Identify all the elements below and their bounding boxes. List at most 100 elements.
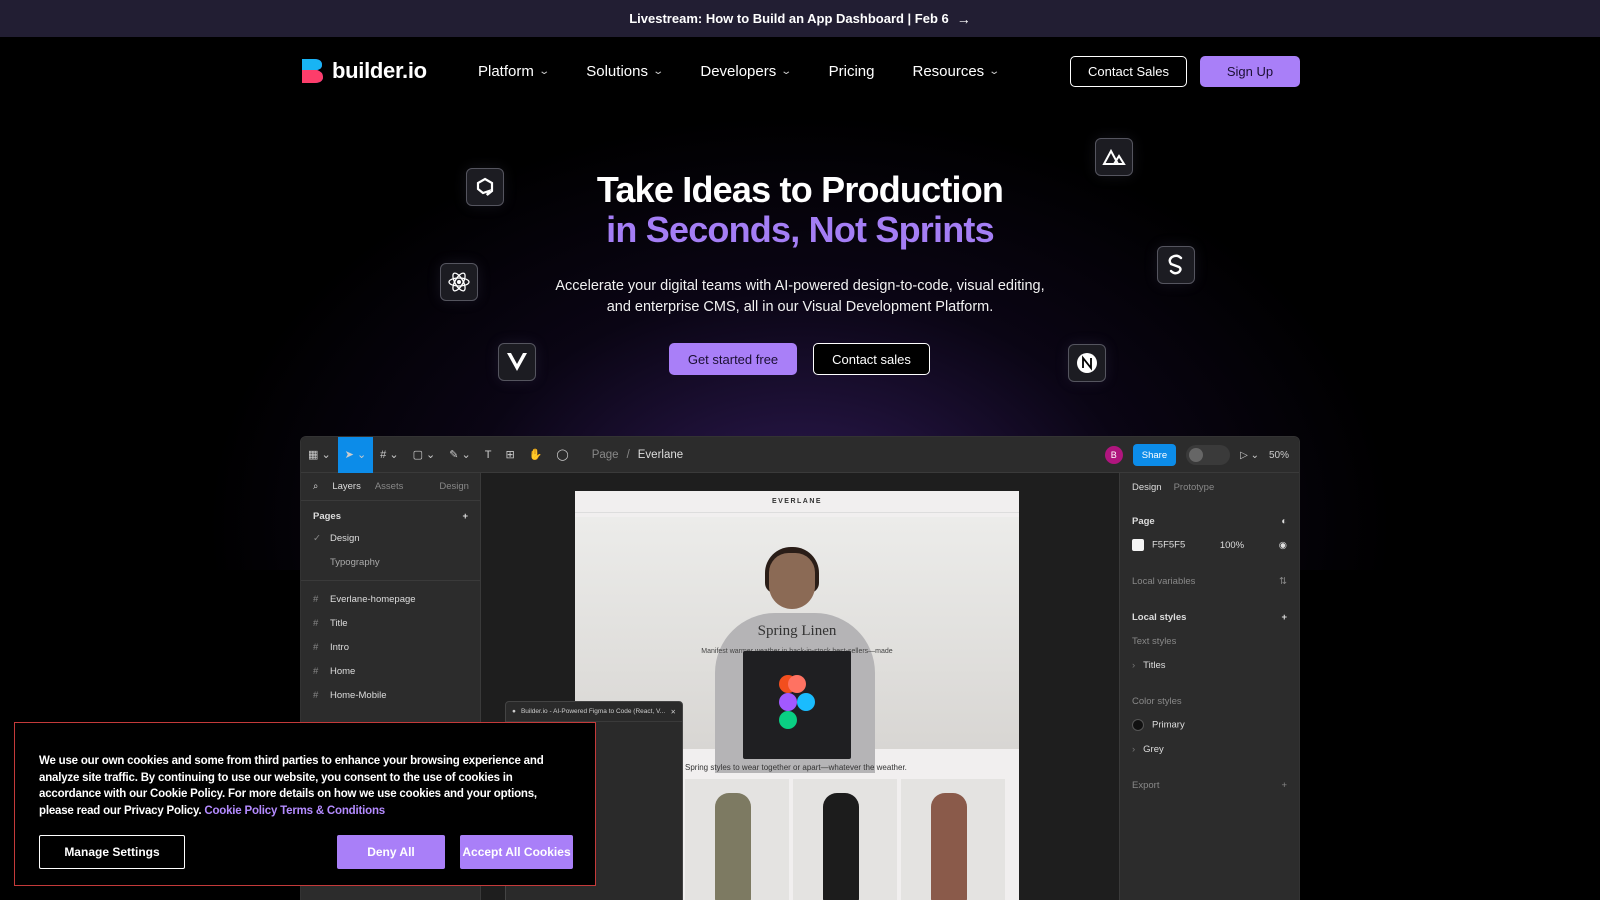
chevron-down-icon: ⌄ — [652, 65, 665, 77]
titles-label: Titles — [1143, 659, 1166, 671]
manage-settings-button[interactable]: Manage Settings — [39, 835, 185, 869]
export-label: Export — [1132, 779, 1160, 791]
nav-label: Platform — [478, 62, 534, 80]
frame-tool-icon: # ⌄ — [380, 449, 399, 461]
plugin-header: ● Builder.io - AI-Powered Figma to Code … — [506, 702, 682, 722]
frame-icon: # — [313, 665, 319, 677]
share-button: Share — [1132, 444, 1177, 466]
get-started-button[interactable]: Get started free — [669, 343, 797, 375]
plus-icon: + — [462, 511, 468, 522]
shape-tool-icon: ▢ ⌄ — [412, 449, 436, 461]
nav-item-solutions[interactable]: Solutions ⌄ — [586, 62, 665, 80]
deny-all-button[interactable]: Deny All — [337, 835, 445, 869]
announcement-bar[interactable]: Livestream: How to Build an App Dashboar… — [0, 0, 1600, 37]
layer-item: # Home-Mobile — [301, 683, 480, 707]
color-styles-label: Color styles — [1132, 695, 1182, 707]
fill-swatch — [1132, 539, 1144, 551]
site-title: Spring Linen — [757, 623, 837, 639]
tab-prototype: Prototype — [1173, 481, 1215, 493]
main-menu-icon: ▦ ⌄ — [308, 449, 331, 461]
color-styles-row: Color styles — [1120, 689, 1299, 713]
nav-label: Pricing — [828, 62, 875, 80]
announcement-text[interactable]: Livestream: How to Build an App Dashboar… — [629, 11, 949, 26]
plus-icon: + — [1281, 611, 1287, 623]
next-icon — [1068, 344, 1106, 382]
figma-icon — [779, 675, 815, 729]
product-model — [823, 793, 859, 900]
vue-icon — [498, 343, 536, 381]
product-grid — [685, 779, 1005, 900]
dev-mode-toggle — [1186, 445, 1231, 465]
figma-logo-card — [743, 651, 851, 759]
product-card — [685, 779, 789, 900]
fill-opacity: 100% — [1219, 539, 1245, 551]
nav-item-resources[interactable]: Resources ⌄ — [912, 62, 1001, 80]
search-icon: ⌕ — [313, 481, 319, 492]
cookie-policy-link[interactable]: Cookie Policy — [204, 805, 277, 817]
site-brand: EVERLANE — [575, 491, 1019, 513]
chevron-down-icon: ⌄ — [988, 65, 1001, 77]
brand-logo[interactable]: builder.io — [300, 57, 427, 85]
nav-item-pricing[interactable]: Pricing — [829, 63, 875, 80]
plus-icon: + — [1281, 779, 1287, 791]
sliders-icon: ⇅ — [1279, 575, 1287, 587]
pages-label: Pages — [313, 511, 341, 522]
hero-title: Take Ideas to Production in Seconds, Not… — [0, 170, 1600, 250]
hero-title-line2: in Seconds, Not Sprints — [606, 209, 994, 250]
page-label: Typography — [330, 556, 380, 568]
hero-title-line1: Take Ideas to Production — [596, 169, 1004, 210]
layer-label: Home-Mobile — [330, 689, 387, 701]
cookie-banner: We use our own cookies and some from thi… — [14, 722, 596, 886]
layer-item: # Home — [301, 659, 480, 683]
page-section: Page ◐ — [1120, 509, 1299, 533]
divider — [301, 580, 480, 581]
text-styles-row: Text styles — [1120, 629, 1299, 653]
layer-label: Title — [330, 617, 348, 629]
plugin-logo-icon: ● — [512, 708, 516, 715]
cookie-text: We use our own cookies and some from thi… — [39, 753, 571, 819]
properties-tabs: Design Prototype — [1120, 473, 1299, 501]
comment-tool-icon: ◯ — [556, 449, 569, 461]
terms-link[interactable]: Terms & Conditions — [280, 805, 385, 817]
plugin-title: Builder.io - AI-Powered Figma to Code (R… — [520, 708, 666, 715]
tab-assets: Assets — [374, 481, 404, 492]
site-caption: Spring styles to wear together or apart—… — [685, 763, 907, 772]
nav-item-developers[interactable]: Developers ⌄ — [700, 62, 792, 80]
page-item: ✓ Design — [301, 526, 480, 550]
frame-icon: # — [313, 641, 319, 653]
hero-subtitle: Accelerate your digital teams with AI-po… — [555, 278, 1045, 315]
breadcrumb-page: Page — [591, 448, 619, 461]
text-tool-icon: T — [484, 448, 492, 461]
nav-label: Solutions — [586, 62, 648, 80]
nav-menu: Platform ⌄ Solutions ⌄ Developers ⌄ Pricing… — [478, 37, 1037, 105]
accept-all-cookies-button[interactable]: Accept All Cookies — [460, 835, 573, 869]
grey-label: Grey — [1143, 743, 1164, 755]
contact-sales-button[interactable]: Contact Sales — [1070, 56, 1187, 87]
primary-color-row: Primary — [1120, 713, 1299, 737]
nav-label: Resources — [912, 62, 985, 80]
frame-icon: # — [313, 689, 319, 701]
product-model — [931, 793, 967, 900]
editor-toolbar: ▦ ⌄ ➤ ⌄ # ⌄ ▢ ⌄ ✎ ⌄ T ⊞ ✋ ◯ Page / Everl… — [301, 437, 1299, 473]
layer-label: Intro — [330, 641, 350, 653]
zoom-level: 50% — [1268, 449, 1289, 461]
chevron-right-icon: › — [1132, 743, 1136, 755]
chevron-right-icon: › — [1132, 659, 1136, 671]
nav-item-platform[interactable]: Platform ⌄ — [478, 62, 550, 80]
layer-item: # Intro — [301, 635, 480, 659]
contact-sales-hero-button[interactable]: Contact sales — [813, 343, 930, 375]
titles-row: › Titles — [1120, 653, 1299, 677]
page-label: Design — [330, 532, 360, 544]
tab-design: Design — [439, 481, 469, 492]
nav-label: Developers — [700, 62, 777, 80]
components-icon: ⊞ — [505, 449, 515, 461]
sign-up-button[interactable]: Sign Up — [1200, 56, 1300, 87]
move-tool-icon: ➤ ⌄ — [337, 437, 374, 473]
brand-name: builder.io — [332, 58, 427, 83]
layers-tabs: ⌕ Layers Assets Design — [301, 473, 480, 501]
layer-label: Everlane-homepage — [330, 593, 416, 605]
local-styles-row: Local styles + — [1120, 605, 1299, 629]
product-card — [901, 779, 1005, 900]
text-styles-label: Text styles — [1132, 635, 1177, 647]
product-card — [793, 779, 897, 900]
